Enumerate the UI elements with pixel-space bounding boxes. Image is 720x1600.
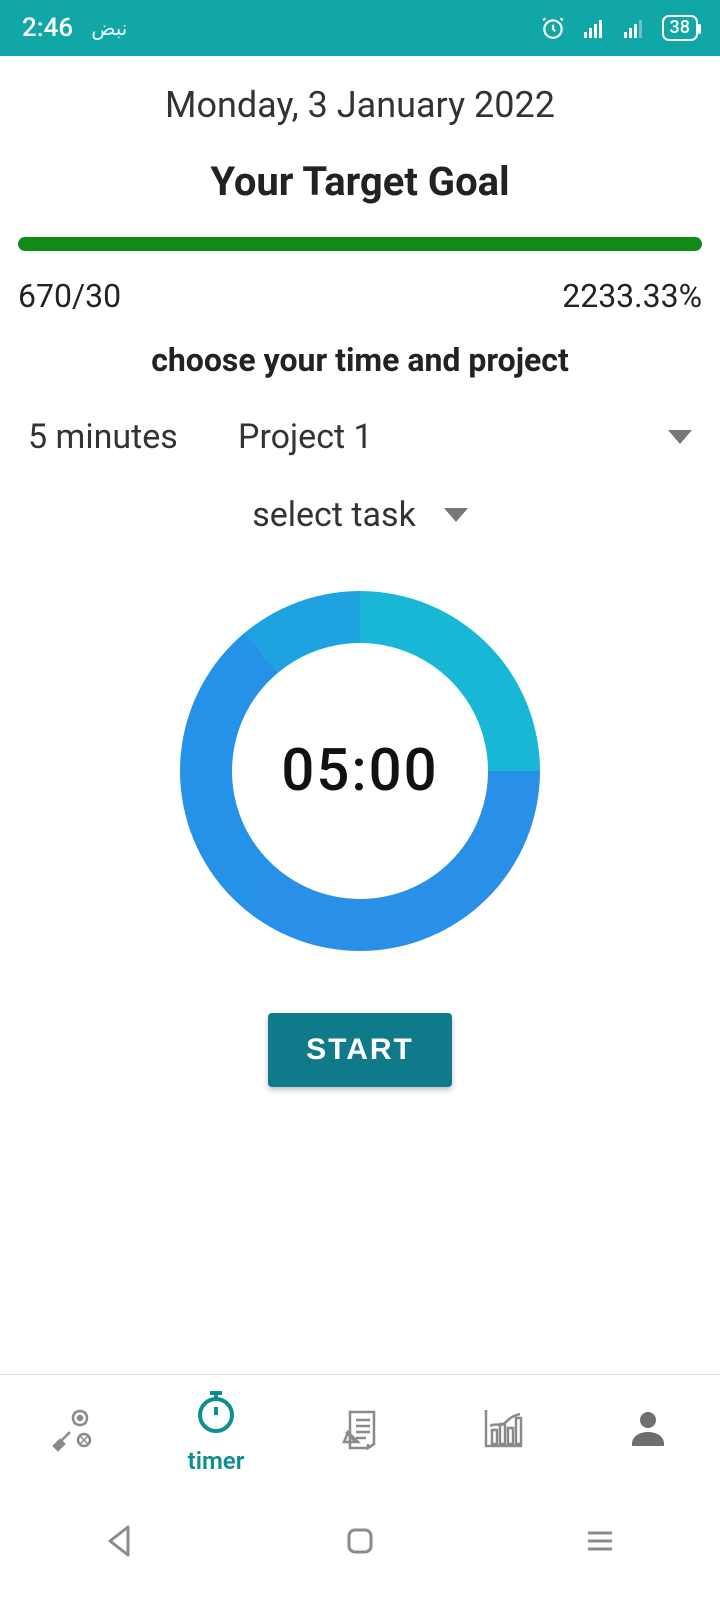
nav-stats[interactable] [432, 1375, 576, 1486]
chevron-down-icon [444, 508, 468, 522]
nav-timer-label: timer [188, 1447, 245, 1475]
tools-icon [48, 1404, 96, 1458]
status-time: 2:46 [22, 13, 73, 43]
nav-tasks[interactable] [288, 1375, 432, 1486]
progress-bar [18, 237, 702, 251]
nav-timer[interactable]: timer [144, 1375, 288, 1486]
picker-subtitle: choose your time and project [18, 341, 702, 379]
task-select-value: select task [252, 495, 416, 535]
task-select[interactable]: select task [18, 495, 702, 535]
recent-icon[interactable] [580, 1521, 620, 1565]
bottom-nav: timer [0, 1374, 720, 1486]
alarm-icon [540, 15, 566, 41]
person-icon [624, 1404, 672, 1458]
start-wrap: START [18, 1013, 702, 1087]
battery-level: 38 [670, 17, 690, 39]
page-title: Your Target Goal [18, 158, 702, 205]
project-select-value: Project 1 [238, 417, 373, 457]
notes-icon [336, 1404, 384, 1458]
timer-ring: 05:00 [180, 591, 540, 951]
time-select[interactable]: 5 minutes [28, 417, 218, 457]
date-label: Monday, 3 January 2022 [18, 84, 702, 126]
stopwatch-icon [192, 1387, 240, 1441]
timer-display: 05:00 [281, 737, 438, 805]
timer-ring-inner: 05:00 [232, 643, 488, 899]
signal2-icon [622, 16, 646, 40]
main-content: Monday, 3 January 2022 Your Target Goal … [0, 56, 720, 1087]
battery-icon: 38 [662, 15, 698, 41]
chart-icon [480, 1404, 528, 1458]
progress-percent: 2233.33% [562, 277, 702, 315]
time-select-value: 5 minutes [28, 417, 178, 457]
timer-ring-wrap: 05:00 [18, 591, 702, 951]
status-left: 2:46 نبض [22, 13, 127, 43]
back-icon[interactable] [100, 1521, 140, 1565]
status-bar: 2:46 نبض 38 [0, 0, 720, 56]
nav-tools[interactable] [0, 1375, 144, 1486]
start-button[interactable]: START [268, 1013, 452, 1087]
progress-labels: 670/30 2233.33% [18, 277, 702, 315]
progress-ratio: 670/30 [18, 277, 121, 315]
project-select[interactable]: Project 1 [218, 417, 692, 457]
nav-profile[interactable] [576, 1375, 720, 1486]
chevron-down-icon [668, 430, 692, 444]
status-right: 38 [540, 15, 698, 41]
signal-icon [582, 16, 606, 40]
system-nav [0, 1486, 720, 1600]
goal-progress: 670/30 2233.33% [18, 237, 702, 315]
home-icon[interactable] [340, 1521, 380, 1565]
time-project-row: 5 minutes Project 1 [18, 417, 702, 457]
status-app-indicator: نبض [91, 16, 127, 40]
